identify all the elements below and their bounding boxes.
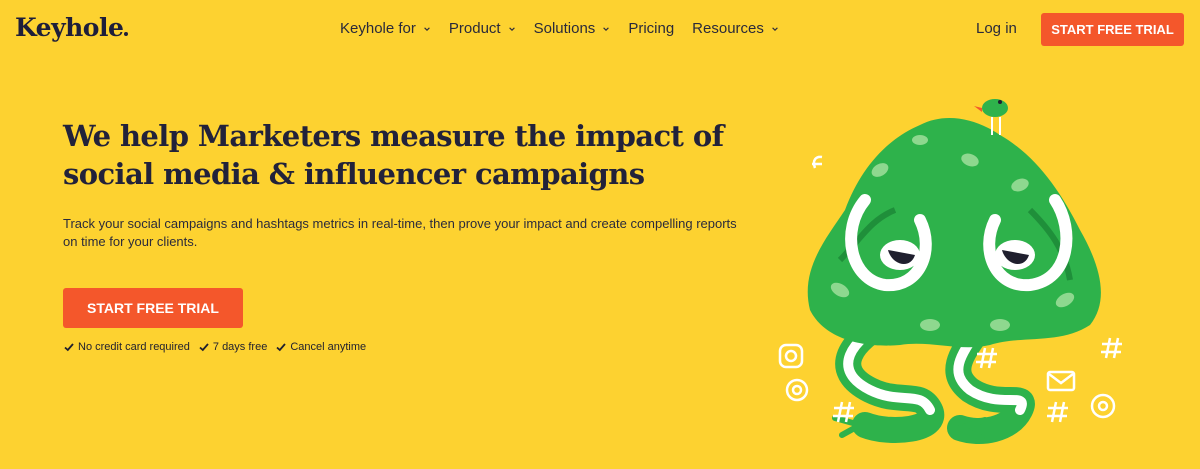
site-header: Keyhole Keyhole for Product Solutions Pr… xyxy=(0,0,1200,62)
benefit-item: Cancel anytime xyxy=(275,341,366,353)
chevron-down-icon xyxy=(603,26,610,31)
benefit-label: 7 days free xyxy=(212,341,268,353)
keyhole-logo[interactable]: Keyhole xyxy=(15,13,129,42)
benefit-item: 7 days free xyxy=(198,341,267,353)
hero-subtext: Track your social campaigns and hashtags… xyxy=(63,216,737,249)
instagram-icon xyxy=(778,343,804,369)
hero-headline: We help Marketers measure the impact of … xyxy=(63,119,724,191)
chevron-down-icon xyxy=(508,26,515,31)
nav-item-pricing[interactable]: Pricing xyxy=(628,20,674,37)
benefit-list: No credit card required 7 days free Canc… xyxy=(63,341,366,353)
nav-label: Product xyxy=(448,20,501,37)
nav-item-keyhole-for[interactable]: Keyhole for xyxy=(340,20,431,37)
hashtag-icon xyxy=(1047,401,1068,423)
benefit-label: No credit card required xyxy=(78,341,190,353)
logo-dot xyxy=(124,32,129,36)
bush-character-illustration xyxy=(778,99,1122,444)
check-icon xyxy=(199,343,209,352)
at-icon xyxy=(1090,393,1116,419)
check-icon xyxy=(276,343,286,352)
nav-label: Resources xyxy=(692,20,764,37)
facebook-icon xyxy=(812,155,823,169)
main-nav: Keyhole for Product Solutions Pricing Re… xyxy=(340,20,797,37)
chevron-down-icon xyxy=(424,26,430,31)
check-icon xyxy=(64,343,74,352)
nav-label: Keyhole for xyxy=(340,20,416,37)
nav-label: Pricing xyxy=(628,20,675,37)
hashtag-icon xyxy=(1101,337,1122,359)
chevron-down-icon xyxy=(772,26,778,31)
benefit-item: No credit card required xyxy=(63,341,190,353)
mail-icon xyxy=(1046,370,1076,392)
logo-text: Keyhole xyxy=(15,13,124,42)
nav-item-resources[interactable]: Resources xyxy=(692,20,779,37)
hero-start-trial-button[interactable]: START FREE TRIAL xyxy=(63,288,243,328)
header-start-trial-button[interactable]: START FREE TRIAL xyxy=(1041,13,1184,46)
nav-item-solutions[interactable]: Solutions xyxy=(534,20,611,37)
benefit-label: Cancel anytime xyxy=(290,341,367,353)
nav-label: Solutions xyxy=(533,20,596,37)
nav-item-product[interactable]: Product xyxy=(449,20,516,37)
at-icon xyxy=(785,378,809,402)
login-link[interactable]: Log in xyxy=(976,20,1017,37)
